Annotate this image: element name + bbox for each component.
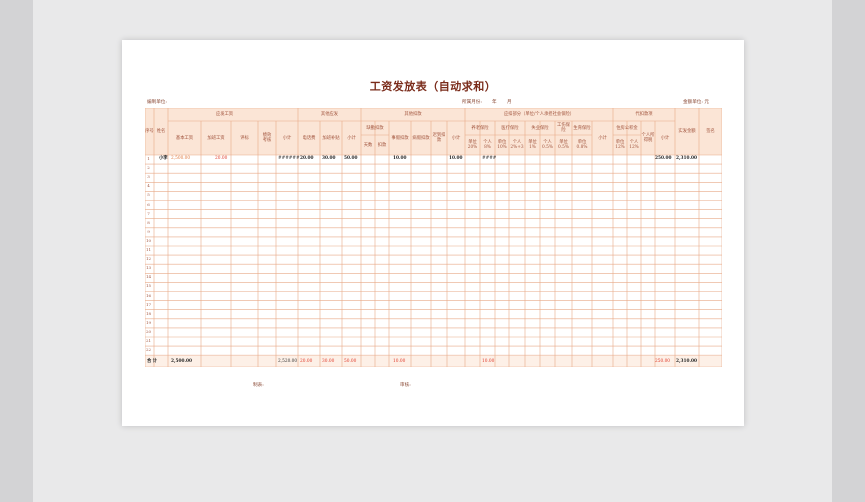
row-number: 2 <box>147 165 150 171</box>
header-hf-company: 单位 12% <box>615 140 625 150</box>
row-number: 16 <box>145 292 152 298</box>
totals-insurance-subtotal: 10.00 <box>482 359 495 364</box>
header-overtime: 加班工资 <box>207 135 225 141</box>
row-number: 21 <box>145 338 152 343</box>
header-maternity: 生育保险 <box>573 125 591 131</box>
row1-overtime[interactable]: 20.00 <box>215 156 227 161</box>
row-number: 15 <box>145 283 152 289</box>
row-number: 8 <box>147 219 150 225</box>
header-subtotal: 小计 <box>282 135 292 141</box>
header-hf-personal: 个人 12% <box>629 140 639 150</box>
row-number: 1 <box>147 156 150 161</box>
header-deduct-subtotal: 小计 <box>451 135 461 141</box>
month-label: 月 <box>507 100 512 105</box>
header-housing-fund: 住房公积金 <box>616 125 638 131</box>
row-number: 11 <box>145 247 152 252</box>
header-phone: 电话费 <box>302 135 316 141</box>
row1-net-pay[interactable]: 2,310.00 <box>676 156 697 161</box>
header-pension-personal: 个人 8% <box>483 140 492 150</box>
row-number: 13 <box>145 265 152 271</box>
row-number: 19 <box>145 319 152 325</box>
header-medical-personal: 个人 2%+3 <box>510 140 524 150</box>
row1-overtime-allow[interactable]: 30.00 <box>322 156 335 161</box>
header-sick: 事假扣款 <box>391 135 409 141</box>
header-unemp-personal: 个人 0.5% <box>542 140 553 150</box>
header-evaluation: 评标 <box>240 135 249 141</box>
header-group-base: 应发工资 <box>215 112 234 117</box>
header-illness: 病假扣款 <box>412 135 430 141</box>
header-other-subtotal: 小计 <box>347 135 356 141</box>
row1-other-subtotal[interactable]: 50.00 <box>344 156 357 161</box>
header-unemp-company: 单位 1% <box>528 140 537 150</box>
row-number: 5 <box>147 192 150 198</box>
totals-other-subtotal: 50.00 <box>344 359 357 364</box>
row1-pension-personal[interactable]: #### <box>482 156 496 161</box>
maker-label: 制表: <box>253 383 264 388</box>
row-number: 4 <box>147 183 150 189</box>
right-margin <box>832 0 865 502</box>
header-pension-company: 单位 20% <box>467 140 478 150</box>
row1-base[interactable]: 2,500.00 <box>171 156 190 161</box>
totals-overtime-allow: 30.00 <box>322 359 335 364</box>
row1-sick[interactable]: 10.00 <box>393 156 406 161</box>
header-absence: 缺勤扣款 <box>366 125 384 131</box>
header-base: 基本工资 <box>175 135 194 141</box>
currency-label: 金额单位: 元 <box>683 100 709 105</box>
header-late: 迟到扣款 <box>432 133 446 143</box>
row1-subtotal[interactable]: ###### <box>278 156 300 161</box>
left-margin <box>0 0 33 502</box>
header-net-pay: 实发金额 <box>678 129 696 134</box>
row1-phone[interactable]: 20.00 <box>300 156 313 161</box>
header-performance: 绩效考核 <box>262 133 272 143</box>
header-medical: 医疗保险 <box>501 125 519 131</box>
header-unemployment: 失业保险 <box>531 125 549 131</box>
row-number: 17 <box>145 301 152 307</box>
payroll-table: 序号 姓名 应发工资 基本工资 加班工资 评标 绩效考核 小计 其他应发 电话费… <box>145 108 722 367</box>
row1-deduct-subtotal[interactable]: 10.00 <box>449 156 462 161</box>
header-injury: 工伤保险 <box>557 123 570 133</box>
unit-label: 编制单位: <box>147 100 167 105</box>
row-number: 10 <box>145 237 152 243</box>
header-medical-company: 单位 10% <box>497 140 507 150</box>
totals-base: 2,500.00 <box>171 359 192 364</box>
header-deduct: 扣款 <box>377 142 387 148</box>
row-number: 18 <box>145 310 152 316</box>
row-number: 7 <box>147 210 150 216</box>
reviewer-label: 审核: <box>400 383 411 388</box>
header-group-other-deduct: 其他扣款 <box>404 112 422 117</box>
totals-phone: 20.00 <box>300 359 313 364</box>
sheet-title: 工资发放表（自动求和） <box>369 80 497 93</box>
totals-sick: 10.00 <box>393 359 406 364</box>
header-overtime-allow: 加班补贴 <box>322 135 340 141</box>
row1-withhold-subtotal[interactable]: 250.00 <box>655 156 671 161</box>
year-label: 年 <box>492 100 497 105</box>
header-injury-company: 单位 0.5% <box>558 140 569 150</box>
header-income-tax: 个人所得税 <box>641 133 655 143</box>
row-number: 22 <box>145 347 152 353</box>
header-withhold-subtotal: 小计 <box>660 135 670 141</box>
row-number: 6 <box>147 201 150 207</box>
row-number: 12 <box>145 256 152 262</box>
header-group-withhold: 代扣款项 <box>635 112 653 117</box>
header-seq: 序号 <box>145 129 154 134</box>
header-maternity-company: 单位 0.8% <box>576 140 588 150</box>
header-pension: 养老保险 <box>471 125 489 131</box>
header-group-insurance: 应扣部分（单位/个人承担社会保险） <box>503 112 575 117</box>
header-signature: 签名 <box>706 129 715 134</box>
totals-net-pay: 2,310.00 <box>676 359 697 364</box>
row-number: 14 <box>145 274 152 280</box>
header-name: 姓名 <box>156 129 166 134</box>
row-number: 20 <box>145 328 152 334</box>
header-days: 天数 <box>363 142 373 148</box>
header-group-other-pay: 其他应发 <box>320 112 339 117</box>
row1-name[interactable]: 小李 <box>159 156 168 161</box>
period-label: 所属月份: <box>462 100 482 105</box>
totals-subtotal: 2,520.00 <box>278 359 298 364</box>
row-number: 9 <box>147 228 150 234</box>
header-insurance-subtotal: 小计 <box>598 135 607 141</box>
payroll-sheet-page: 工资发放表（自动求和） 编制单位: 所属月份: 年 月 金额单位: 元 序号 姓… <box>122 40 744 426</box>
totals-label: 合 计 <box>147 359 158 364</box>
totals-withhold-subtotal: 250.00 <box>655 359 671 364</box>
row-number: 3 <box>147 174 150 180</box>
